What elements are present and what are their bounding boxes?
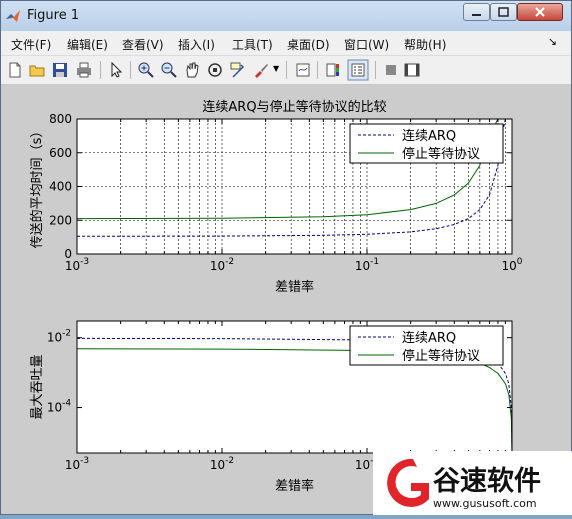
toolbar-separator [375,61,376,79]
new-file-icon[interactable] [6,61,24,79]
zoom-out-icon[interactable] [160,61,178,79]
y-axis-label: 传送的平均时间（s） [29,125,45,249]
y-axis-label: 最大吞吐量 [30,354,45,419]
y-tick-label: 200 [49,213,72,227]
print-icon[interactable] [75,61,93,79]
minimize-icon [472,14,481,16]
maximize-button[interactable] [490,3,517,21]
y-tick-label: 0 [64,247,72,261]
menu-help[interactable]: 帮助(H) [404,36,446,53]
legend-icon[interactable] [347,59,369,81]
figure-canvas: 10-3 10-2 10-1 100 0 200 400 600 800 连续ARQ与停止等待协议… [1,85,571,514]
window-title: Figure 1 [27,8,80,23]
matlab-logo-icon [6,10,20,22]
brush-icon[interactable] [252,61,270,79]
charts-svg: 10-3 10-2 10-1 100 0 200 400 600 800 连续ARQ与停止等待协议… [29,99,523,494]
data-cursor-icon[interactable] [229,61,247,79]
menu-tools[interactable]: 工具(T) [232,36,273,53]
y-tick-label: 600 [49,146,72,160]
hide-plot-tools-icon[interactable] [382,61,400,79]
minimize-button[interactable] [463,3,490,21]
close-button[interactable] [517,3,563,21]
menu-view[interactable]: 查看(V) [122,36,164,53]
watermark-brand: 谷速软件 [433,466,541,497]
colorbar-icon[interactable] [324,61,342,79]
toolbar-separator [130,61,131,79]
menu-window[interactable]: 窗口(W) [344,36,389,53]
pan-icon[interactable] [183,61,201,79]
menu-file[interactable]: 文件(F) [11,36,51,53]
x-tick-label: 100 [501,257,522,273]
close-icon [535,7,545,17]
toolbar-separator [100,61,101,79]
y-tick-label: 800 [49,112,72,126]
maximize-icon [498,7,509,17]
legend-label: 连续ARQ [402,128,456,144]
chart-title: 连续ARQ与停止等待协议的比较 [202,99,386,115]
watermark: 谷速软件 www.gususoft.com [373,451,572,515]
x-tick-label: 10-2 [210,456,234,472]
legend-label: 停止等待协议 [402,146,480,162]
open-folder-icon[interactable] [28,61,46,79]
brush-dropdown-icon[interactable]: ▼ [273,64,279,73]
y-tick-label: 10-2 [47,329,71,345]
menu-insert[interactable]: 插入(I) [178,36,215,53]
y-tick-label: 400 [49,180,72,194]
menu-desktop[interactable]: 桌面(D) [287,36,330,53]
title-bar: Figure 1 [1,1,571,31]
figure-window: Figure 1 文件(F) 编辑(E) 查看(V) 插入(I) 工具(T) 桌… [0,0,572,515]
x-tick-label: 10-1 [355,257,379,273]
legend-label: 连续ARQ [402,330,456,346]
pointer-icon[interactable] [107,61,125,79]
menu-edit[interactable]: 编辑(E) [67,36,108,53]
show-plot-tools-icon[interactable] [403,61,421,79]
legend-label: 停止等待协议 [402,348,480,364]
x-tick-label: 10-2 [210,257,234,273]
save-icon[interactable] [51,61,69,79]
y-tick-label: 10-4 [47,399,72,415]
link-icon[interactable] [294,61,312,79]
dock-arrow-icon[interactable]: ↘ [548,35,557,48]
x-axis-label: 差错率 [275,478,314,494]
x-tick-label: 10-3 [65,456,89,472]
menu-bar: 文件(F) 编辑(E) 查看(V) 插入(I) 工具(T) 桌面(D) 窗口(W… [1,31,571,56]
toolbar: ▼ [1,56,571,85]
watermark-url: www.gususoft.com [433,497,537,510]
toolbar-separator [286,61,287,79]
x-axis-label: 差错率 [275,279,314,295]
zoom-in-icon[interactable] [137,61,155,79]
rotate-3d-icon[interactable] [206,61,224,79]
toolbar-separator [317,61,318,79]
